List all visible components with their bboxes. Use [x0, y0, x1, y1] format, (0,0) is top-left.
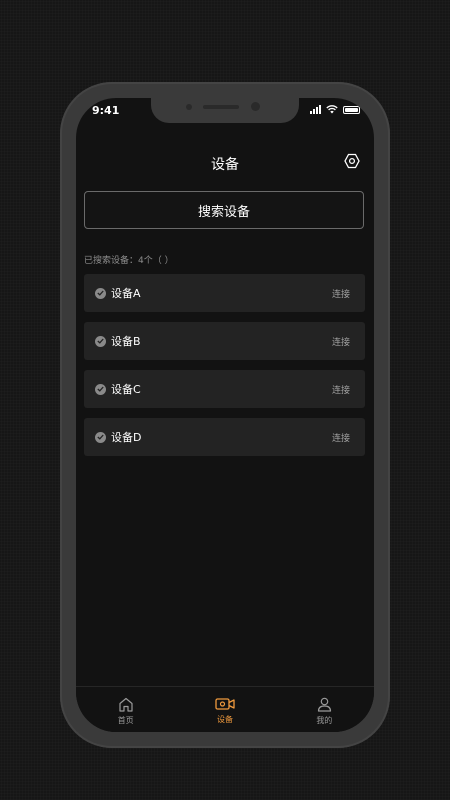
device-name: 设备A [111, 287, 141, 300]
status-icons [310, 105, 360, 114]
connect-button[interactable]: 连接 [332, 335, 350, 348]
front-camera [251, 102, 260, 111]
check-icon [95, 431, 106, 443]
tab-label: 设备 [216, 715, 233, 724]
tab-mine[interactable]: 我的 [275, 687, 374, 732]
home-icon [119, 697, 133, 712]
user-icon [317, 697, 331, 712]
check-icon [95, 287, 106, 299]
device-item[interactable]: 设备A 连接 [84, 274, 365, 312]
connect-button[interactable]: 连接 [332, 287, 350, 300]
device-item[interactable]: 设备C 连接 [84, 370, 365, 408]
found-count-text: 已搜索设备：4个（ ） [84, 256, 174, 266]
settings-icon[interactable] [344, 153, 360, 169]
tab-bar: 首页 设备 我的 [76, 686, 374, 732]
tab-label: 首页 [117, 716, 134, 725]
signal-icon [310, 105, 321, 114]
device-item[interactable]: 设备D 连接 [84, 418, 365, 456]
speaker [203, 105, 239, 109]
connect-button[interactable]: 连接 [332, 431, 350, 444]
check-icon [95, 335, 106, 347]
phone-frame: 9:41 设备 搜索设备 已搜索设备：4个（ ） 设备A 连接 设备B 连接 设… [60, 82, 390, 748]
camera-icon [215, 698, 235, 710]
connect-button[interactable]: 连接 [332, 383, 350, 396]
status-time: 9:41 [92, 104, 120, 117]
wifi-icon [326, 105, 338, 114]
device-list: 设备A 连接 设备B 连接 设备C 连接 设备D 连接 [84, 274, 365, 466]
tab-devices[interactable]: 设备 [175, 687, 274, 732]
tab-label: 我的 [316, 716, 333, 725]
tab-home[interactable]: 首页 [76, 687, 175, 732]
search-devices-button[interactable]: 搜索设备 [84, 191, 364, 229]
sensor-dot [186, 104, 192, 110]
notch [151, 98, 299, 123]
device-name: 设备D [111, 431, 142, 444]
app-screen: 9:41 设备 搜索设备 已搜索设备：4个（ ） 设备A 连接 设备B 连接 设… [76, 98, 374, 732]
device-name: 设备B [111, 335, 141, 348]
check-icon [95, 383, 106, 395]
battery-icon [343, 105, 360, 114]
device-name: 设备C [111, 383, 141, 396]
page-title: 设备 [211, 157, 239, 173]
device-item[interactable]: 设备B 连接 [84, 322, 365, 360]
